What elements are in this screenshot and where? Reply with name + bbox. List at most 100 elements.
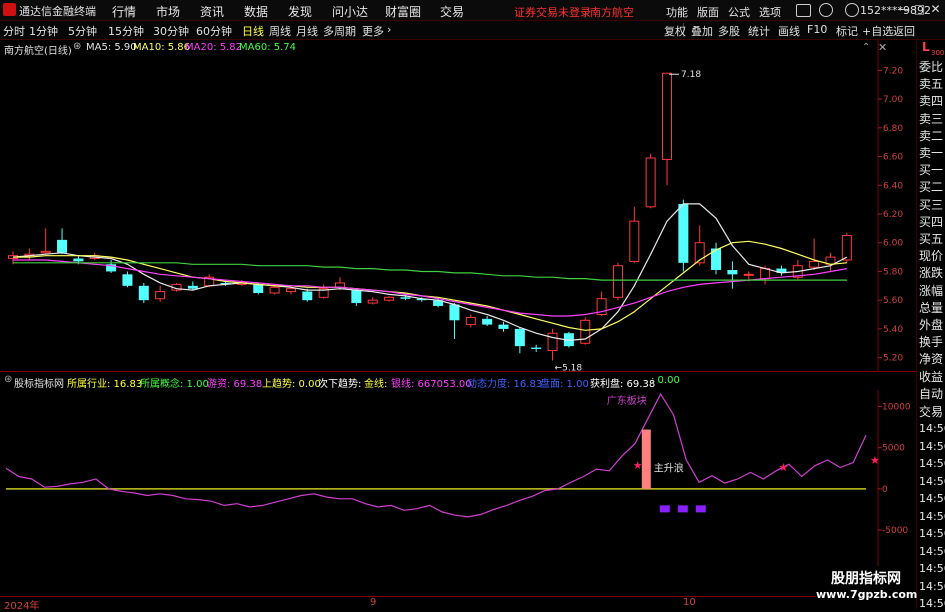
menu-item-market[interactable]: 行情 xyxy=(112,3,136,20)
current-stock-label[interactable]: 南方航空 xyxy=(590,4,634,20)
draw-line-button[interactable]: 画线 xyxy=(778,23,800,39)
period-60min[interactable]: 60分钟 xyxy=(196,23,232,39)
candle-body xyxy=(531,347,542,350)
watermark-url: www.7gpzb.com xyxy=(816,588,918,601)
quote-field-label: 涨幅 xyxy=(919,283,944,298)
watermark-title: 股朋指标网 xyxy=(831,571,901,587)
app-title: 通达信金融终端 xyxy=(19,5,96,18)
maximize-button[interactable]: □ xyxy=(912,2,927,17)
multi-stock-button[interactable]: 多股 xyxy=(718,23,740,39)
period-weekly[interactable]: 周线 xyxy=(269,23,291,39)
menu-item-wealth[interactable]: 财富圈 xyxy=(385,3,421,20)
add-watchlist-button[interactable]: +自选 xyxy=(862,23,893,39)
y-tick-label: 5.60 xyxy=(883,296,903,306)
candle-body xyxy=(449,304,460,321)
ma20-line xyxy=(13,259,848,317)
y-tick-label: 6.40 xyxy=(883,181,903,191)
candle-body xyxy=(547,332,558,351)
indicator-name: 股标指标网 xyxy=(14,379,64,390)
trade-time: 14:56 xyxy=(919,439,945,453)
candle-body xyxy=(809,260,820,268)
y-tick-label: 6.00 xyxy=(883,239,903,249)
menu-item-options[interactable]: 选项 xyxy=(759,4,781,20)
quote-field-label: 买三 xyxy=(919,197,944,212)
indicator-item: 所属概念: 1.00 xyxy=(140,379,209,390)
minimize-button[interactable]: — xyxy=(896,2,911,17)
candle-body xyxy=(629,220,640,262)
period-multi[interactable]: 多周期 xyxy=(323,23,356,39)
candle-body xyxy=(841,235,852,261)
menu-item-discover[interactable]: 发现 xyxy=(288,3,312,20)
statistics-button[interactable]: 统计 xyxy=(748,23,770,39)
candle-body xyxy=(727,270,738,275)
menu-item-news[interactable]: 资讯 xyxy=(200,3,224,20)
candle-body xyxy=(612,265,623,298)
period-15min[interactable]: 15分钟 xyxy=(108,23,144,39)
quote-field-label: 买二 xyxy=(919,180,944,195)
y-tick-label: 6.20 xyxy=(883,210,903,220)
menu-item-formula[interactable]: 公式 xyxy=(728,4,750,20)
candle-body xyxy=(514,328,525,347)
trade-label[interactable]: 交易 xyxy=(919,404,945,420)
trade-time: 14:56 xyxy=(919,422,945,435)
quote-field-label: 买四 xyxy=(919,214,944,229)
signal-block xyxy=(659,505,670,513)
login-alert[interactable]: 证券交易未登录 xyxy=(514,4,591,20)
back-button[interactable]: 返回 xyxy=(893,23,915,39)
price-chart[interactable]: 7.20 7.00 6.80 6.60 6.40 6.20 6.00 5.80 5.60 5.40… xyxy=(0,40,916,372)
period-5min[interactable]: 5分钟 xyxy=(68,23,97,39)
period-more[interactable]: 更多 xyxy=(362,23,384,39)
date-label: 2024年 xyxy=(4,601,40,612)
quote-field-label: 外盘 xyxy=(919,318,944,332)
mark-button[interactable]: 标记 xyxy=(836,23,858,39)
menu-item-layout[interactable]: 版面 xyxy=(697,4,719,20)
avatar-icon[interactable] xyxy=(845,3,859,17)
candle-body xyxy=(482,318,493,325)
auto-mode-label[interactable]: 自动 xyxy=(919,386,945,402)
close-button[interactable]: ✕ xyxy=(928,2,943,17)
period-1min[interactable]: 1分钟 xyxy=(29,23,58,39)
candle-body xyxy=(743,273,754,276)
candle-body xyxy=(400,297,411,299)
adjust-button[interactable]: 复权 xyxy=(664,23,686,39)
indicator-item: 游资: 69.38 xyxy=(207,379,263,390)
menu-item-data[interactable]: 数据 xyxy=(244,3,268,20)
indicator-chart[interactable]: 1000050000-5000-10000主升浪广东板块★★★ xyxy=(0,390,916,596)
quote-field-label: 卖一 xyxy=(919,146,944,160)
candle-body xyxy=(335,282,345,288)
indicator-item: 盘面: 1.00 xyxy=(540,379,589,390)
ma5-line xyxy=(12,203,848,342)
more-chevron-icon[interactable]: › xyxy=(387,23,391,36)
candle-body xyxy=(678,203,689,263)
y-tick-label: 5.20 xyxy=(883,354,903,364)
signal-block xyxy=(695,505,706,513)
candle-body xyxy=(138,285,149,301)
message-icon[interactable] xyxy=(796,4,811,17)
quote-field-label: 卖二 xyxy=(919,128,944,143)
period-intraday[interactable]: 分时 xyxy=(3,23,25,39)
main-wave-bar xyxy=(641,429,651,489)
period-monthly[interactable]: 月线 xyxy=(296,23,318,39)
quote-field-label: 总量 xyxy=(919,300,944,315)
indicator-item: 动态力度: 16.83 xyxy=(467,379,543,390)
panel-flag-sub: 300 xyxy=(931,49,945,57)
quote-field-label: 涨跌 xyxy=(919,266,944,281)
overlay-button[interactable]: 叠加 xyxy=(691,23,713,39)
period-daily[interactable]: 日线 xyxy=(242,23,264,39)
signal-star-icon: ★ xyxy=(778,461,788,474)
support-icon[interactable] xyxy=(819,3,833,17)
indicator-item: 次下趋势: xyxy=(318,379,362,390)
quote-field-label: 买五 xyxy=(919,232,944,246)
menu-item-markets[interactable]: 市场 xyxy=(156,3,180,20)
f10-button[interactable]: F10 xyxy=(807,23,827,36)
watermark: 股朋指标网 www.7gpzb.com xyxy=(816,566,918,609)
quote-field-label: 委比 xyxy=(919,60,944,74)
menu-item-function[interactable]: 功能 xyxy=(666,4,688,20)
y-tick-label: 0 xyxy=(882,485,888,495)
quote-field-label: 买一 xyxy=(919,163,944,178)
period-30min[interactable]: 30分钟 xyxy=(153,23,189,39)
menu-item-ask[interactable]: 问小达 xyxy=(332,3,368,20)
menu-item-trade[interactable]: 交易 xyxy=(440,3,464,20)
y-tick-label: 7.20 xyxy=(883,66,903,76)
indicator-settings-icon[interactable]: ⊛ xyxy=(4,374,12,385)
